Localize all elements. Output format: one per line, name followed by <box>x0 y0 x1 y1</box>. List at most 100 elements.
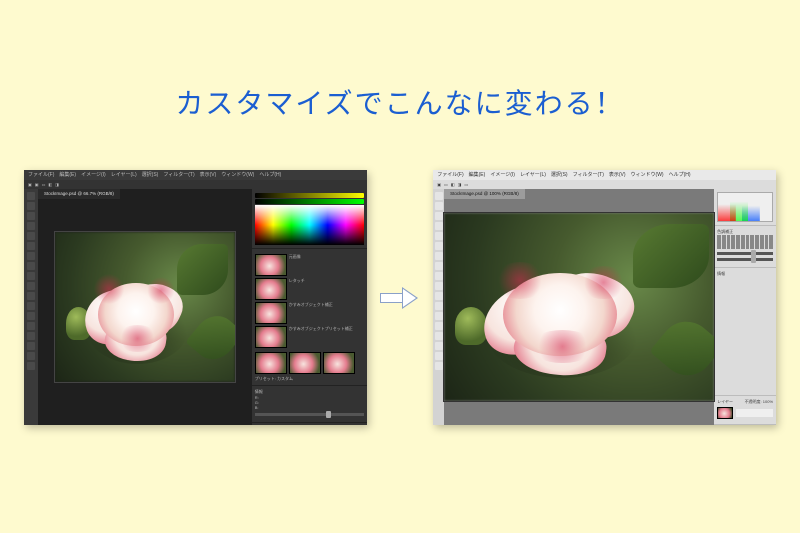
slider[interactable] <box>717 252 773 255</box>
menu-item[interactable]: フィルター(T) <box>163 170 194 180</box>
option-chip[interactable]: ◨ <box>458 182 462 187</box>
canvas-area[interactable]: StockImage.psd @ 66.7% (RGB/8) <box>38 189 252 425</box>
tool-hand-icon[interactable] <box>27 352 35 360</box>
tool-fill-icon[interactable] <box>27 282 35 290</box>
info-line: B: <box>255 405 364 410</box>
menu-item[interactable]: ウィンドウ(W) <box>221 170 254 180</box>
document-tab[interactable]: StockImage.psd @ 100% (RGB/8) <box>444 189 525 199</box>
tool-path-icon[interactable] <box>27 332 35 340</box>
option-chip[interactable]: ◧ <box>48 182 52 187</box>
tool-move-icon[interactable] <box>27 192 35 200</box>
document-image <box>444 213 714 401</box>
tool-lasso-icon[interactable] <box>27 212 35 220</box>
preview-thumb[interactable] <box>323 352 355 374</box>
tool-stamp-icon[interactable] <box>27 262 35 270</box>
menu-item[interactable]: フィルター(T) <box>573 170 604 180</box>
adjustment-icons[interactable] <box>717 235 773 249</box>
tool-lasso-icon[interactable] <box>435 212 443 220</box>
tool-shape-icon[interactable] <box>27 342 35 350</box>
menu-item[interactable]: ファイル(F) <box>437 170 463 180</box>
option-chip[interactable]: ◨ <box>55 182 59 187</box>
tool-dodge-icon[interactable] <box>27 302 35 310</box>
preset-thumb[interactable] <box>255 302 287 324</box>
tool-crop-icon[interactable] <box>27 222 35 230</box>
comparison-row: ファイル(F) 編集(E) イメージ(I) レイヤー(L) 選択(S) フィルタ… <box>0 170 800 425</box>
preview-thumb[interactable] <box>289 352 321 374</box>
tool-hand-icon[interactable] <box>435 352 443 360</box>
menu-item[interactable]: 表示(V) <box>200 170 217 180</box>
tool-fill-icon[interactable] <box>435 282 443 290</box>
tool-zoom-icon[interactable] <box>435 362 443 370</box>
option-chip[interactable]: ▭ <box>42 182 46 187</box>
slider[interactable] <box>255 413 364 416</box>
tool-heal-icon[interactable] <box>27 242 35 250</box>
tool-crop-icon[interactable] <box>435 222 443 230</box>
document-tab[interactable]: StockImage.psd @ 66.7% (RGB/8) <box>38 189 120 199</box>
tool-blur-icon[interactable] <box>435 292 443 300</box>
tool-shape-icon[interactable] <box>435 342 443 350</box>
tool-eyedropper-icon[interactable] <box>435 232 443 240</box>
preset-thumb[interactable] <box>255 278 287 300</box>
option-chip[interactable]: ▣ <box>437 182 441 187</box>
canvas-area[interactable]: StockImage.psd @ 100% (RGB/8) <box>444 189 714 425</box>
preset-label: かすみオブジェクトプリセット補正 <box>289 326 364 348</box>
tool-eraser-icon[interactable] <box>27 272 35 280</box>
arrow-icon <box>379 287 421 309</box>
color-panel[interactable] <box>252 189 367 249</box>
tool-dodge-icon[interactable] <box>435 302 443 310</box>
menubar[interactable]: ファイル(F) 編集(E) イメージ(I) レイヤー(L) 選択(S) フィルタ… <box>24 170 367 180</box>
tools-panel[interactable] <box>24 189 38 425</box>
options-bar[interactable]: ▣ ▣ ▭ ◧ ◨ <box>24 180 367 189</box>
menu-item[interactable]: ヘルプ(H) <box>669 170 691 180</box>
menu-item[interactable]: イメージ(I) <box>490 170 515 180</box>
menu-item[interactable]: 表示(V) <box>609 170 626 180</box>
tool-zoom-icon[interactable] <box>27 362 35 370</box>
tool-eyedropper-icon[interactable] <box>27 232 35 240</box>
layers-panel[interactable]: レイヤー 不透明度: 100% <box>714 396 776 425</box>
histogram-panel[interactable] <box>714 189 776 226</box>
menu-item[interactable]: ウィンドウ(W) <box>631 170 664 180</box>
tool-marquee-icon[interactable] <box>27 202 35 210</box>
tool-eraser-icon[interactable] <box>435 272 443 280</box>
tool-marquee-icon[interactable] <box>435 202 443 210</box>
option-chip[interactable]: ▭ <box>464 182 468 187</box>
menu-item[interactable]: レイヤー(L) <box>520 170 546 180</box>
layer-thumbnail[interactable] <box>717 407 733 419</box>
tool-pen-icon[interactable] <box>27 312 35 320</box>
slider[interactable] <box>717 258 773 261</box>
tool-path-icon[interactable] <box>435 332 443 340</box>
menubar[interactable]: ファイル(F) 編集(E) イメージ(I) レイヤー(L) 選択(S) フィルタ… <box>433 170 776 180</box>
preset-thumb[interactable] <box>255 326 287 348</box>
adjustments-panel[interactable]: 色調補正 <box>714 226 776 268</box>
tool-blur-icon[interactable] <box>27 292 35 300</box>
tool-move-icon[interactable] <box>435 192 443 200</box>
tools-panel[interactable] <box>433 189 444 425</box>
option-chip[interactable]: ▣ <box>28 182 32 187</box>
tool-brush-icon[interactable] <box>27 252 35 260</box>
tool-pen-icon[interactable] <box>435 312 443 320</box>
preview-thumb[interactable] <box>255 352 287 374</box>
menu-item[interactable]: ヘルプ(H) <box>259 170 281 180</box>
menu-item[interactable]: イメージ(I) <box>81 170 106 180</box>
menu-item[interactable]: 編集(E) <box>469 170 486 180</box>
option-chip[interactable]: ▣ <box>35 182 39 187</box>
tool-brush-icon[interactable] <box>435 252 443 260</box>
option-chip[interactable]: ▭ <box>444 182 448 187</box>
preset-thumb[interactable] <box>255 254 287 276</box>
menu-item[interactable]: ファイル(F) <box>28 170 54 180</box>
layer-name[interactable] <box>736 409 773 417</box>
tool-stamp-icon[interactable] <box>435 262 443 270</box>
tool-heal-icon[interactable] <box>435 242 443 250</box>
options-bar[interactable]: ▣ ▭ ◧ ◨ ▭ <box>433 180 776 189</box>
menu-item[interactable]: 選択(S) <box>551 170 568 180</box>
color-spectrum[interactable] <box>255 205 364 245</box>
tool-type-icon[interactable] <box>435 322 443 330</box>
document-image <box>55 232 235 382</box>
layers-panel[interactable]: レイヤー 不透明度: 100% <box>252 423 367 425</box>
menu-item[interactable]: レイヤー(L) <box>111 170 137 180</box>
adjustments-panel[interactable]: 元画像 レタッチ かすみオブジェクト補正 かすみオブジェクトプリセット補正 <box>252 249 367 386</box>
tool-type-icon[interactable] <box>27 322 35 330</box>
menu-item[interactable]: 編集(E) <box>59 170 76 180</box>
option-chip[interactable]: ◧ <box>451 182 455 187</box>
menu-item[interactable]: 選択(S) <box>142 170 159 180</box>
